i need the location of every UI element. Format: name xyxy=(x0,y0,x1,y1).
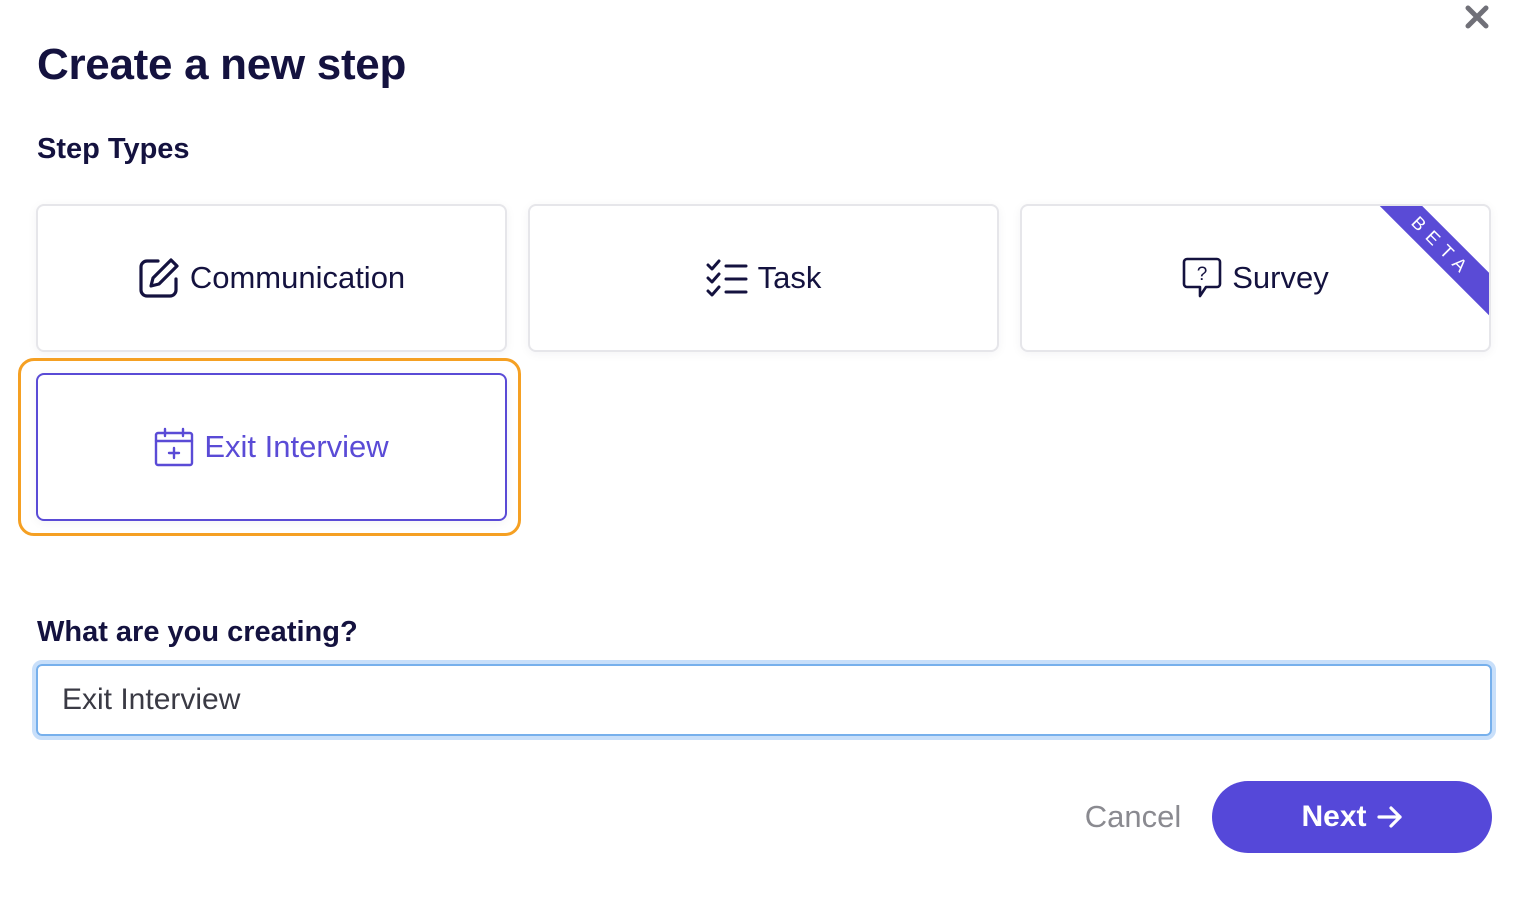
creating-input[interactable] xyxy=(36,664,1492,736)
cancel-button[interactable]: Cancel xyxy=(1070,790,1196,844)
beta-ribbon: BETA xyxy=(1377,206,1489,318)
step-type-label: Survey xyxy=(1232,260,1329,295)
close-icon xyxy=(1465,5,1489,29)
checklist-icon xyxy=(706,259,748,297)
step-type-exit-interview[interactable]: Exit Interview xyxy=(36,373,507,521)
next-button[interactable]: Next xyxy=(1212,781,1492,853)
close-button[interactable] xyxy=(1460,2,1494,32)
step-type-label: Exit Interview xyxy=(204,429,389,464)
step-type-survey[interactable]: ? Survey BETA xyxy=(1020,204,1491,352)
next-label: Next xyxy=(1301,800,1367,833)
question-bubble-icon: ? xyxy=(1182,257,1222,299)
calendar-add-icon xyxy=(154,427,194,467)
creating-label: What are you creating? xyxy=(37,616,358,648)
svg-text:?: ? xyxy=(1197,264,1208,285)
page-title: Create a new step xyxy=(37,40,407,89)
create-step-dialog: Create a new step Step Types Communicati… xyxy=(0,0,1540,898)
edit-square-icon xyxy=(138,257,180,299)
creating-input-focus xyxy=(32,660,1496,740)
step-type-task[interactable]: Task xyxy=(528,204,999,352)
beta-badge: BETA xyxy=(1377,206,1489,318)
step-types-label: Step Types xyxy=(37,133,190,165)
step-type-label: Task xyxy=(757,260,822,295)
arrow-right-icon xyxy=(1376,806,1402,828)
step-type-label: Communication xyxy=(189,260,406,295)
step-type-communication[interactable]: Communication xyxy=(36,204,507,352)
